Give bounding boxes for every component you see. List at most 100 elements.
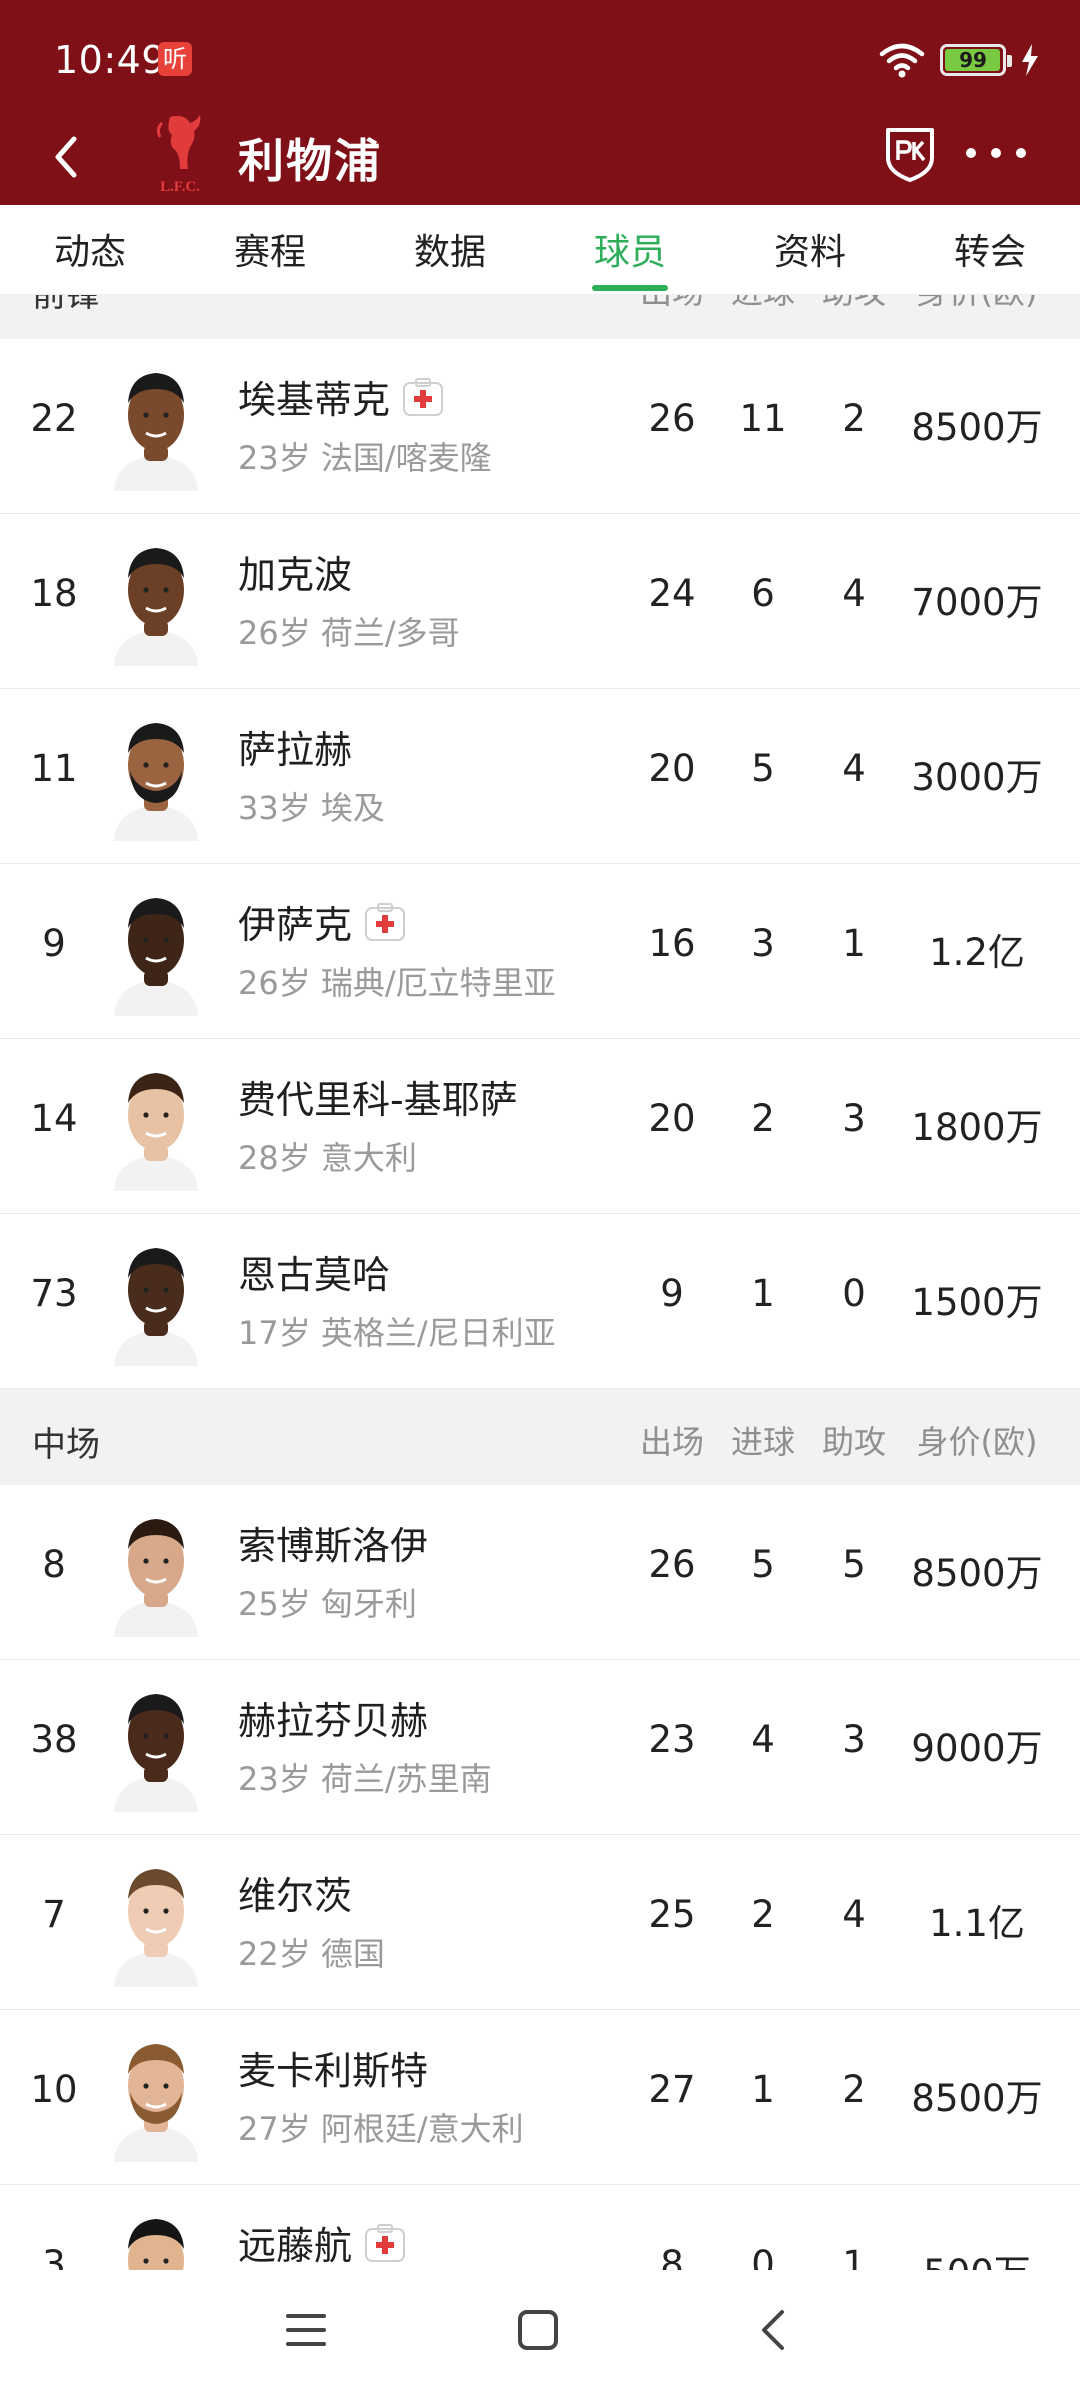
player-row[interactable]: 8 索博斯洛伊 25岁 匈牙利 26 5 5 8500万: [0, 1485, 1080, 1660]
injury-icon: [365, 2223, 406, 2262]
player-name: 恩古莫哈: [238, 1253, 391, 1297]
player-row[interactable]: 14 费代里科-基耶萨 28岁 意大利 20 2 3 1800万: [0, 1039, 1080, 1214]
player-name-wrap: 赫拉芬贝赫: [238, 1690, 428, 1745]
battery-percent: 99: [959, 48, 987, 72]
player-meta: 26岁 荷兰/多哥: [238, 614, 460, 652]
player-goals: 0: [751, 2243, 775, 2270]
player-name-wrap: 远藤航: [238, 2215, 406, 2270]
player-goals: 1: [751, 2068, 775, 2111]
col-head-goals: 进球: [718, 295, 808, 313]
player-row[interactable]: 38 赫拉芬贝赫 23岁 荷兰/苏里南 23 4 3 9000万: [0, 1660, 1080, 1835]
player-name: 维尔茨: [238, 1874, 353, 1918]
player-name: 远藤航: [238, 2224, 353, 2268]
player-row[interactable]: 7 维尔茨 22岁 德国 25 2 4 1.1亿: [0, 1835, 1080, 2010]
wifi-icon: [878, 42, 926, 78]
player-avatar: [110, 1059, 202, 1191]
player-avatar: [110, 1234, 202, 1366]
nav-row: L.F.C. 利物浦: [0, 115, 1080, 205]
player-apps: 16: [648, 922, 696, 965]
player-value: 1.2亿: [929, 931, 1025, 974]
player-apps: 23: [648, 1718, 696, 1761]
player-number: 8: [42, 1543, 66, 1586]
player-goals: 11: [739, 397, 787, 440]
player-value: 3000万: [911, 756, 1043, 799]
player-name-wrap: 维尔茨: [238, 1865, 352, 1920]
player-meta: 26岁 瑞典/厄立特里亚: [238, 964, 556, 1002]
listen-badge: 听: [158, 42, 192, 76]
player-name: 索博斯洛伊: [238, 1524, 429, 1568]
player-row[interactable]: 73 恩古莫哈 17岁 英格兰/尼日利亚 9 1 0 1500万: [0, 1214, 1080, 1389]
menu-icon[interactable]: [284, 2310, 328, 2354]
player-avatar: [110, 2205, 202, 2270]
player-number: 11: [30, 747, 78, 790]
player-number: 18: [30, 572, 78, 615]
player-apps: 9: [660, 1272, 684, 1315]
player-avatar: [110, 2030, 202, 2162]
tab-dynamics[interactable]: 动态: [0, 223, 180, 275]
player-avatar: [110, 1855, 202, 1987]
tab-active-indicator: [592, 285, 668, 291]
player-goals: 6: [751, 572, 775, 615]
player-meta: 23岁 法国/喀麦隆: [238, 439, 492, 477]
player-meta: 23岁 荷兰/苏里南: [238, 1760, 492, 1798]
player-apps: 27: [648, 2068, 696, 2111]
tab-schedule[interactable]: 赛程: [180, 223, 360, 275]
back-icon[interactable]: [46, 127, 90, 187]
more-icon[interactable]: [966, 143, 1026, 163]
player-value: 8500万: [911, 406, 1043, 449]
col-head-apps: 出场: [627, 295, 717, 313]
svg-text:L.F.C.: L.F.C.: [160, 179, 200, 195]
player-meta: 28岁 意大利: [238, 1139, 417, 1177]
liverpool-crest-icon: L.F.C.: [150, 109, 210, 199]
status-icons: 99: [878, 40, 1040, 80]
player-name: 麦卡利斯特: [238, 2049, 429, 2093]
tab-data[interactable]: 数据: [360, 223, 540, 275]
player-row[interactable]: 11 萨拉赫 33岁 埃及 20 5 4 3000万: [0, 689, 1080, 864]
player-number: 38: [30, 1718, 78, 1761]
page-title: 利物浦: [238, 134, 382, 188]
tab-players[interactable]: 球员: [540, 223, 720, 275]
player-list[interactable]: 前锋 出场 进球 助攻 身价(欧) 22 埃基蒂克 23岁 法国/喀麦隆 26 …: [0, 295, 1080, 2270]
player-row[interactable]: 18 加克波 26岁 荷兰/多哥 24 6 4 7000万: [0, 514, 1080, 689]
player-name-wrap: 麦卡利斯特: [238, 2040, 428, 2095]
player-goals: 5: [751, 747, 775, 790]
player-number: 10: [30, 2068, 78, 2111]
player-value: 1.1亿: [929, 1902, 1025, 1945]
player-value: 7000万: [911, 581, 1043, 624]
status-bar: 10:49 听 99: [0, 0, 1080, 115]
back-nav-icon[interactable]: [752, 2310, 796, 2354]
player-meta: 33岁 埃及: [238, 789, 385, 827]
player-value: 8500万: [911, 2077, 1043, 2120]
home-icon[interactable]: [517, 2310, 561, 2354]
section-title: 前锋: [32, 295, 100, 315]
player-row[interactable]: 22 埃基蒂克 23岁 法国/喀麦隆 26 11 2 8500万: [0, 339, 1080, 514]
battery-tip: [1007, 55, 1012, 67]
tab-info[interactable]: 资料: [720, 223, 900, 275]
player-apps: 25: [648, 1893, 696, 1936]
player-meta: 22岁 德国: [238, 1935, 385, 1973]
player-row[interactable]: 3 远藤航 8 0 1 500万: [0, 2185, 1080, 2270]
player-apps: 20: [648, 1097, 696, 1140]
tab-transfers[interactable]: 转会: [900, 223, 1080, 275]
player-meta: 17岁 英格兰/尼日利亚: [238, 1314, 556, 1352]
col-head-apps: 出场: [639, 1423, 704, 1461]
section-title: 中场: [32, 1425, 100, 1465]
player-row[interactable]: 10 麦卡利斯特 27岁 阿根廷/意大利 27 1 2 8500万: [0, 2010, 1080, 2185]
player-name-wrap: 费代里科-基耶萨: [238, 1069, 518, 1124]
player-name-wrap: 埃基蒂克: [238, 369, 444, 424]
player-name-wrap: 萨拉赫: [238, 719, 352, 774]
col-head-value: 身价(欧): [877, 295, 1077, 313]
battery-icon: 99: [940, 44, 1012, 76]
pk-icon[interactable]: [884, 124, 936, 184]
player-row[interactable]: 9 伊萨克 26岁 瑞典/厄立特里亚 16 3 1 1.2亿: [0, 864, 1080, 1039]
player-apps: 26: [648, 1543, 696, 1586]
player-name-wrap: 恩古莫哈: [238, 1244, 390, 1299]
player-number: 7: [42, 1893, 66, 1936]
player-avatar: [110, 1680, 202, 1812]
player-goals: 3: [751, 922, 775, 965]
player-apps: 24: [648, 572, 696, 615]
player-name: 伊萨克: [238, 903, 353, 947]
player-apps: 20: [648, 747, 696, 790]
col-head-value: 身价(欧): [916, 1423, 1038, 1461]
status-time: 10:49: [54, 38, 167, 82]
